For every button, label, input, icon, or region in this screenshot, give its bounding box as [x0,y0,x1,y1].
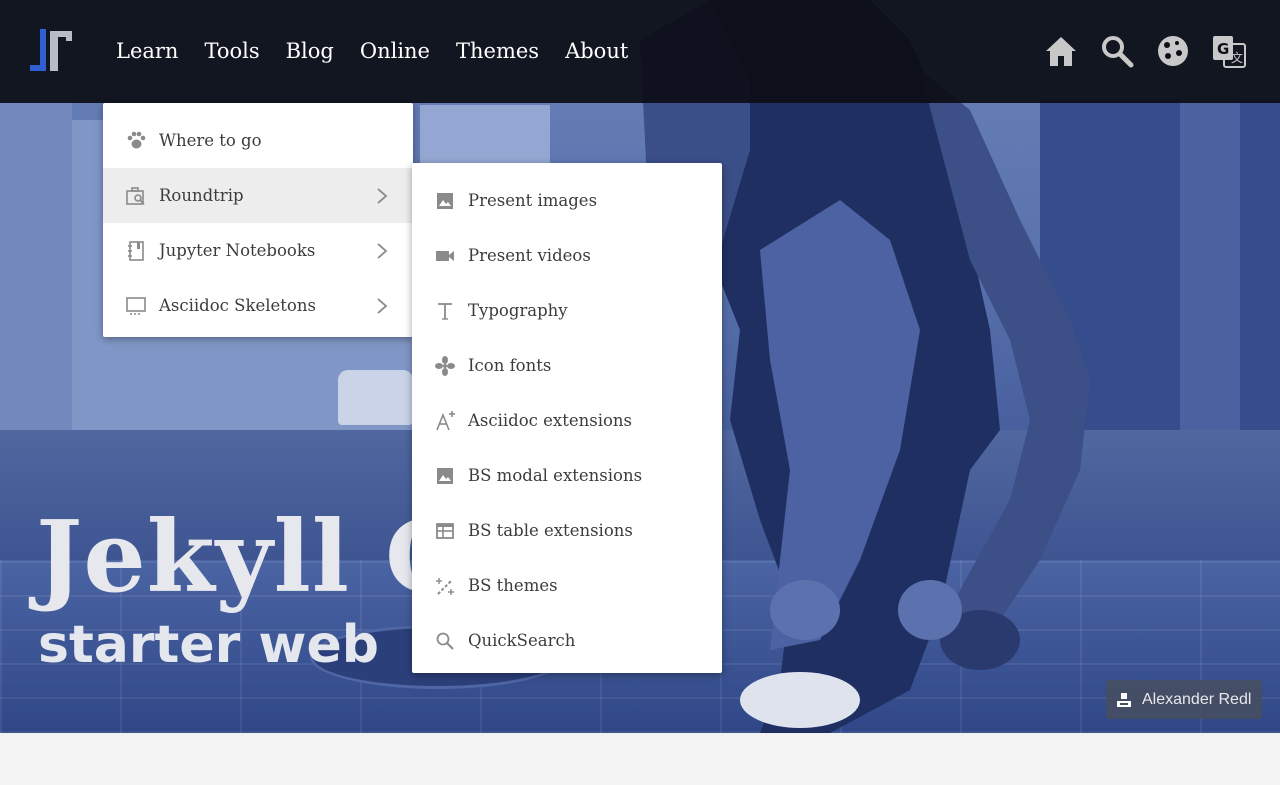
submenu-item-label: Icon fonts [468,356,552,375]
case-search-icon [126,186,145,205]
nav-tools[interactable]: Tools [204,36,259,66]
submenu-item-bs-table-extensions[interactable]: BS table extensions [412,503,722,558]
image-icon [437,192,453,209]
nav-themes[interactable]: Themes [456,36,539,66]
search-icon[interactable] [1100,34,1134,68]
menu-item-label: Jupyter Notebooks [159,241,316,260]
submenu-item-label: BS modal extensions [468,466,643,485]
magic-wand-icon [436,577,454,595]
photo-credit-name: Alexander Redl [1142,690,1252,708]
font-plus-icon [436,410,455,430]
roundtrip-submenu: Present images Present videos Typography… [412,163,722,673]
top-navbar: Learn Tools Blog Online Themes About G 文 [0,0,1280,103]
submenu-item-label: BS themes [468,576,558,595]
nav-about[interactable]: About [565,36,628,66]
page-body [0,733,1280,785]
paw-icon [127,131,146,148]
user-icon [1117,692,1131,707]
menu-item-roundtrip[interactable]: Roundtrip [103,168,413,223]
nav-blog[interactable]: Blog [286,36,334,66]
submenu-item-label: Typography [468,301,568,320]
image-icon [437,467,453,484]
submenu-item-bs-themes[interactable]: BS themes [412,558,722,613]
submenu-item-typography[interactable]: Typography [412,283,722,338]
submenu-item-bs-modal-extensions[interactable]: BS modal extensions [412,448,722,503]
photo-credit[interactable]: Alexander Redl [1106,680,1262,719]
menu-item-label: Where to go [159,131,262,150]
nav-quicklinks: G 文 [1044,34,1246,68]
translate-icon[interactable]: G 文 [1212,34,1246,68]
menu-item-jupyter-notebooks[interactable]: Jupyter Notebooks [103,223,413,278]
monitor-icon [126,296,146,315]
menu-item-asciidoc-skeletons[interactable]: Asciidoc Skeletons [103,278,413,333]
submenu-item-label: Present videos [468,246,591,265]
learn-dropdown: Where to go Roundtrip Jupyter Notebooks [103,103,413,337]
menu-item-label: Roundtrip [159,186,244,205]
building-right-window [1180,100,1240,440]
parked-car [338,370,413,425]
submenu-item-present-videos[interactable]: Present videos [412,228,722,283]
chevron-right-icon [377,187,388,204]
chevron-right-icon [377,297,388,314]
hero-title: Jekyll C [36,500,465,615]
building-far [420,105,550,165]
cookie-icon[interactable] [1156,34,1190,68]
main-nav: Learn Tools Blog Online Themes About [116,36,654,66]
menu-item-where-to-go[interactable]: Where to go [103,113,413,168]
menu-item-label: Asciidoc Skeletons [159,296,316,315]
home-icon[interactable] [1044,34,1078,68]
search-icon [436,632,454,650]
chevron-right-icon [377,242,388,259]
nav-online[interactable]: Online [360,36,430,66]
nav-learn[interactable]: Learn [116,36,178,66]
building-left [0,100,72,430]
hero-subtitle: starter web [38,615,379,675]
submenu-item-label: BS table extensions [468,521,633,540]
submenu-item-label: Asciidoc extensions [468,411,633,430]
svg-text:文: 文 [1231,50,1243,65]
submenu-item-present-images[interactable]: Present images [412,173,722,228]
submenu-item-icon-fonts[interactable]: Icon fonts [412,338,722,393]
video-icon [436,250,454,261]
brand-logo[interactable] [28,29,74,73]
notebook-icon [128,240,144,261]
table-icon [436,522,454,539]
submenu-item-label: Present images [468,191,598,210]
submenu-item-asciidoc-extensions[interactable]: Asciidoc extensions [412,393,722,448]
text-icon [438,302,452,320]
submenu-item-label: QuickSearch [468,631,576,650]
fan-icon [435,355,455,376]
submenu-item-quicksearch[interactable]: QuickSearch [412,613,722,668]
svg-text:G: G [1217,40,1229,58]
